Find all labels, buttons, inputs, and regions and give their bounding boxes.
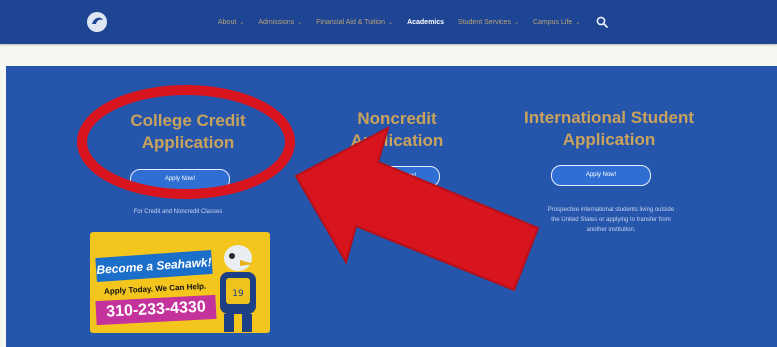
top-navigation-bar: About ⌄ Admissions ⌄ Financial Aid & Tui… [0, 0, 777, 44]
chevron-down-icon: ⌄ [297, 19, 303, 26]
international-application-title: International Student Application [502, 107, 716, 151]
seahawk-mascot-icon: 19 [220, 245, 256, 332]
college-credit-application-title: College Credit Application [98, 110, 278, 154]
nav-item-financial-aid[interactable]: Financial Aid & Tuition ⌄ [316, 19, 393, 26]
search-icon[interactable] [596, 16, 609, 28]
title-line: Application [562, 130, 656, 149]
nav-item-academics[interactable]: Academics [407, 19, 444, 26]
nav-item-label: Financial Aid & Tuition [316, 18, 386, 26]
promo-headline: Become a Seahawk! [95, 249, 213, 283]
college-credit-apply-button[interactable]: Apply Now! [130, 169, 230, 190]
svg-text:19: 19 [232, 289, 244, 299]
chevron-down-icon: ⌄ [239, 19, 245, 26]
title-line: International Student [524, 108, 694, 127]
title-line: Application [350, 131, 444, 150]
nav-item-label: Student Services [458, 18, 511, 26]
nav-item-campus-life[interactable]: Campus Life ⌄ [533, 19, 580, 26]
title-line: Application [141, 133, 235, 152]
promo-phone-number: 310-233-4330 [95, 294, 217, 326]
noncredit-application-title: Noncredit Application [322, 108, 472, 152]
chevron-down-icon: ⌄ [513, 19, 519, 26]
chevron-down-icon: ⌄ [388, 19, 394, 26]
international-apply-button[interactable]: Apply Now! [551, 165, 651, 186]
nav-item-student-services[interactable]: Student Services ⌄ [458, 19, 519, 26]
title-line: College Credit [130, 111, 246, 130]
nav-item-label: Academics [407, 18, 445, 26]
nav-item-about[interactable]: About ⌄ [218, 19, 244, 26]
caption-line: another institution. [586, 227, 636, 233]
nav-item-label: Admissions [258, 18, 295, 26]
caption-line: the United States or applying to transfe… [551, 217, 671, 223]
title-line: Noncredit [357, 109, 437, 128]
noncredit-apply-button[interactable]: Apply Now! [362, 166, 440, 187]
international-caption: Prospective international students livin… [506, 205, 716, 235]
college-credit-caption: For Credit and Noncredit Classes [133, 209, 223, 215]
nav-item-admissions[interactable]: Admissions ⌄ [258, 19, 302, 26]
nav-item-label: About [218, 18, 237, 26]
nav-menu: About ⌄ Admissions ⌄ Financial Aid & Tui… [218, 0, 609, 44]
chevron-down-icon: ⌄ [575, 19, 581, 26]
college-logo-icon[interactable] [86, 11, 108, 33]
caption-line: Prospective international students livin… [547, 207, 675, 213]
nav-item-label: Campus Life [532, 18, 573, 26]
become-a-seahawk-promo[interactable]: Become a Seahawk! Apply Today. We Can He… [90, 232, 270, 333]
